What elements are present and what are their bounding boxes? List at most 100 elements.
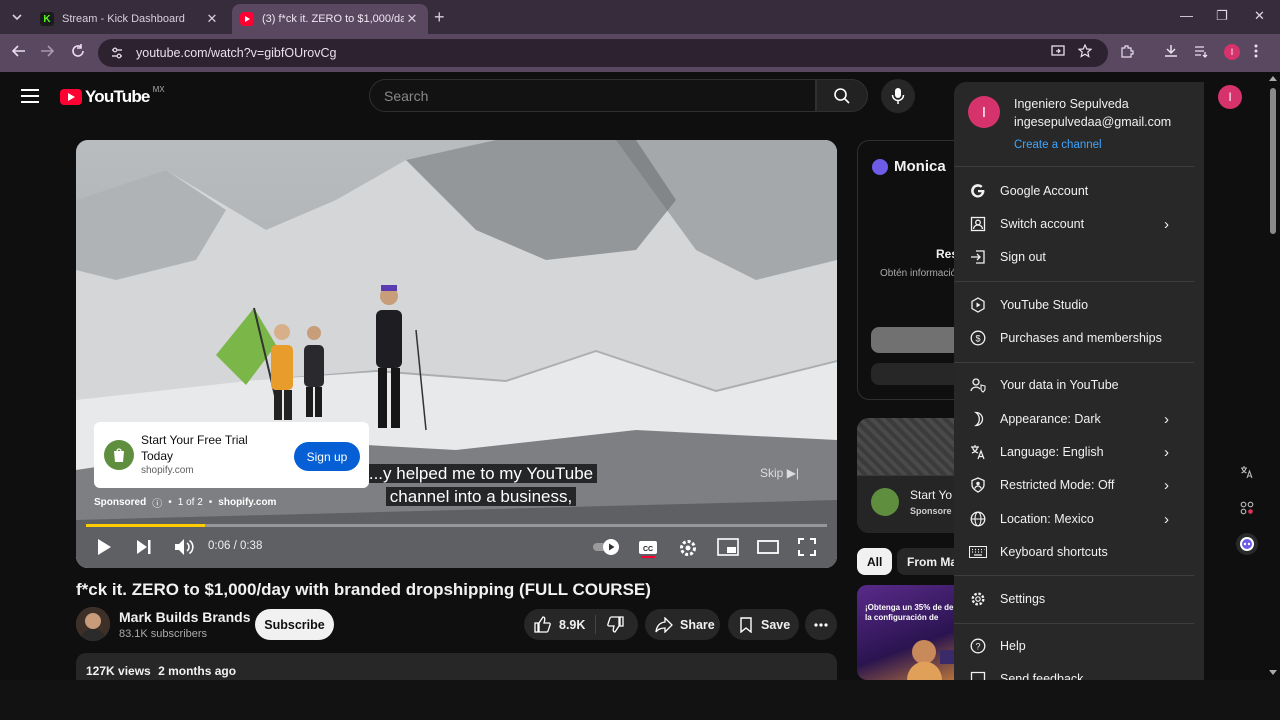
menu-item-help[interactable]: ? Help [954,631,1194,661]
play-icon[interactable] [96,538,112,556]
ad-overlay-card[interactable]: Start Your Free Trial Today shopify.com … [94,422,369,488]
search-button[interactable] [816,79,868,112]
video-title: f*ck it. ZERO to $1,000/day with branded… [76,580,651,599]
monica-primary-button[interactable] [871,327,966,353]
bookmark-star-icon[interactable] [1078,44,1092,58]
view-count: 127K views [86,664,151,678]
chip-all[interactable]: All [857,548,893,575]
settings-gear-icon[interactable] [678,538,698,558]
monica-secondary-button[interactable] [871,363,966,385]
ad-domain: shopify.com [141,465,194,476]
search-field[interactable] [369,79,816,112]
menu-item-restricted-mode[interactable]: Restricted Mode: Off › [954,470,1194,500]
video-player[interactable]: ...y helped me to my YouTube channel int… [76,140,837,568]
new-tab-icon[interactable]: + [434,8,445,26]
menu-item-your-data[interactable]: Your data in YouTube [954,370,1194,400]
monica-header: Monica [872,158,946,175]
tab-kick-dashboard[interactable]: K Stream - Kick Dashboard ✕ [32,4,228,34]
monica-panel[interactable]: Monica Res Obtén informació [857,140,967,400]
menu-divider [954,166,1194,167]
menu-item-sign-out[interactable]: Sign out [954,242,1194,272]
save-button[interactable]: Save [728,609,799,640]
extensions-icon[interactable] [1120,44,1134,58]
tab-youtube-video[interactable]: (3) f*ck it. ZERO to $1,000/day w ✕ [232,4,428,34]
apps-tool-icon[interactable] [1236,497,1258,519]
menu-item-keyboard-shortcuts[interactable]: Keyboard shortcuts [954,537,1194,567]
miniplayer-icon[interactable] [717,538,739,556]
country-code: MX [152,84,165,94]
close-tab-icon[interactable]: ✕ [204,11,220,27]
menu-item-language[interactable]: Language: English › [954,437,1194,467]
ad-sponsored-bar: Sponsored ⓘ • 1 of 2 • shopify.com [94,495,277,510]
info-icon[interactable]: ⓘ [152,495,162,510]
maximize-icon[interactable]: ❐ [1216,8,1228,24]
globe-icon [954,511,1000,527]
fullscreen-icon[interactable] [798,538,816,556]
sign-out-icon [954,249,1000,265]
autoplay-toggle[interactable] [592,538,622,556]
menu-item-location[interactable]: Location: Mexico › [954,504,1194,534]
account-avatar-button[interactable]: I [1218,85,1242,109]
scroll-down-arrow-icon[interactable] [1269,670,1277,675]
subscribe-button[interactable]: Subscribe [255,609,334,640]
downloads-icon[interactable] [1164,44,1178,58]
browser-profile-avatar[interactable]: I [1224,44,1240,60]
chevron-right-icon: › [1164,443,1169,461]
chevron-right-icon: › [1164,410,1169,428]
back-icon[interactable] [12,44,26,58]
youtube-logo[interactable]: YouTube MX [60,84,165,107]
ad-sponsor-domain[interactable]: shopify.com [218,497,276,508]
scroll-up-arrow-icon[interactable] [1269,76,1277,81]
address-bar[interactable]: youtube.com/watch?v=gibfOUrovCg [98,39,1108,67]
channel-avatar[interactable] [76,607,110,641]
close-window-icon[interactable]: ✕ [1254,8,1265,24]
search-input[interactable] [384,87,815,104]
shield-person-icon [954,477,1000,493]
close-tab-icon[interactable]: ✕ [404,11,420,27]
hamburger-menu-icon[interactable] [21,89,39,107]
browser-toolbar: youtube.com/watch?v=gibfOUrovCg [0,34,1280,72]
menu-item-youtube-studio[interactable]: YouTube Studio [954,290,1194,320]
channel-name[interactable]: Mark Builds Brands [119,609,250,625]
menu-item-google-account[interactable]: Google Account [954,176,1194,206]
site-info-icon[interactable] [110,46,124,60]
forward-icon[interactable] [40,44,54,58]
more-actions-button[interactable] [805,609,837,640]
microphone-icon [891,87,905,105]
reading-list-icon[interactable] [1194,44,1208,58]
page-scrollbar[interactable] [1266,72,1280,680]
progress-bar[interactable] [86,524,827,527]
ad-banner-image [857,418,967,475]
translate-tool-icon[interactable] [1236,461,1258,483]
theater-mode-icon[interactable] [757,538,779,556]
create-channel-link[interactable]: Create a channel [1014,139,1102,151]
tab-title: (3) f*ck it. ZERO to $1,000/day w [262,13,404,25]
dislike-button[interactable] [596,616,624,633]
scrollbar-thumb[interactable] [1270,88,1276,234]
thumbnail-text: ¡Obtenga un 35% de de en la configuració… [865,603,966,622]
sidebar-ad-card[interactable]: Start Yo Sponsore [857,418,967,533]
studio-icon [954,297,1000,313]
related-video-thumbnail[interactable]: ¡Obtenga un 35% de de en la configuració… [857,585,967,680]
skip-ad-button[interactable]: Skip ▶| [760,466,799,480]
minimize-icon[interactable]: — [1180,8,1193,23]
share-button[interactable]: Share [645,609,720,640]
cast-icon[interactable] [1051,44,1065,58]
voice-search-button[interactable] [881,79,915,113]
menu-item-settings[interactable]: Settings [954,584,1194,614]
volume-icon[interactable] [174,538,194,556]
menu-item-switch-account[interactable]: Switch account › [954,209,1194,239]
monica-assistant-icon[interactable] [1236,533,1258,555]
captions-icon[interactable]: CC [638,538,658,558]
menu-divider [954,362,1194,363]
menu-item-appearance[interactable]: Appearance: Dark › [954,404,1194,434]
tab-search-icon[interactable] [6,7,28,27]
account-name: Ingeniero Sepulveda [1014,97,1129,111]
reload-icon[interactable] [71,44,85,58]
next-video-icon[interactable] [136,538,152,556]
menu-item-purchases[interactable]: $ Purchases and memberships [954,323,1194,353]
like-button[interactable]: 8.9K [524,615,596,634]
chrome-menu-icon[interactable] [1254,44,1258,58]
ad-title: Start Your Free Trial Today [141,433,248,463]
ad-signup-button[interactable]: Sign up [294,442,360,471]
